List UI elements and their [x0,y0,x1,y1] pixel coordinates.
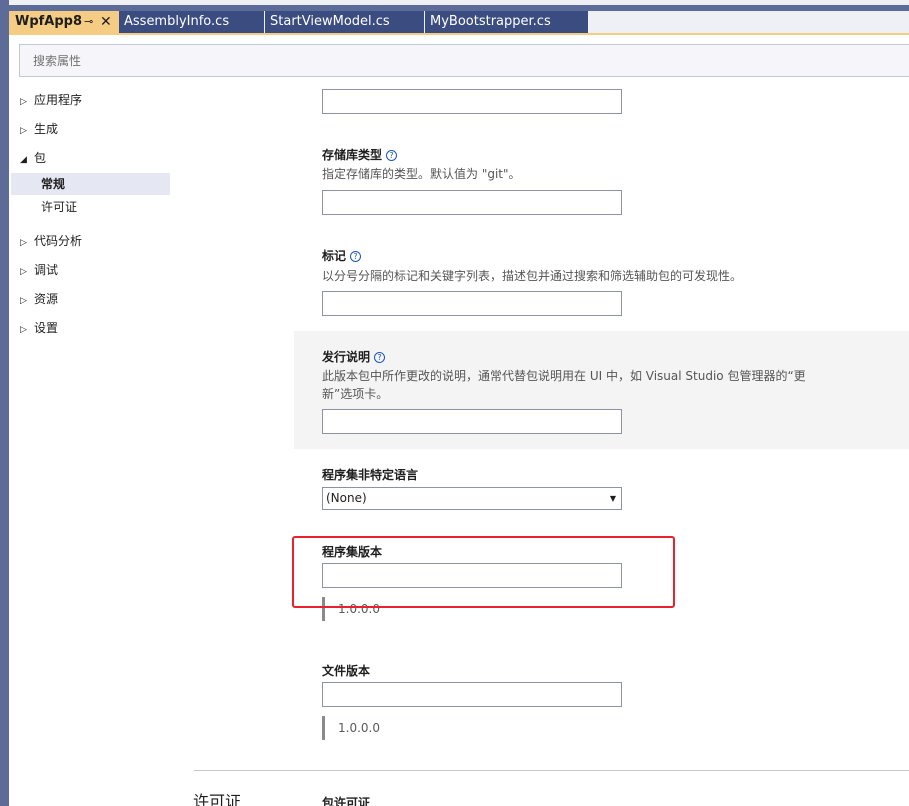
expand-caret-icon[interactable]: ▷ [20,93,34,111]
collapse-caret-icon[interactable]: ◢ [20,151,34,169]
repo-type-description: 指定存储库的类型。默认值为 "git"。 [322,167,521,181]
expand-caret-icon[interactable]: ▷ [20,321,34,339]
expand-caret-icon[interactable]: ▷ [20,234,34,252]
release-notes-input[interactable] [322,409,622,434]
expand-caret-icon[interactable]: ▷ [20,292,34,310]
tab-wpfapp8[interactable]: WpfApp8 ⊸ ✕ [9,11,119,33]
select-value: (None) [326,491,367,505]
field-title-text: 发行说明 [322,350,371,364]
sidebar-item-code-analysis[interactable]: ▷ 代码分析 [20,232,82,250]
tab-startviewmodel[interactable]: StartViewModel.cs [265,11,424,33]
window-frame-top [0,0,909,11]
tab-assemblyinfo[interactable]: AssemblyInfo.cs [119,11,264,33]
release-notes-description-line1: 此版本包中所作更改的说明，通常代替包说明用在 UI 中，如 Visual Stu… [322,369,806,383]
sidebar-item-label: 生成 [34,122,59,136]
sidebar-item-debug[interactable]: ▷ 调试 [20,261,58,279]
sidebar-item-label: 常规 [41,177,66,191]
sidebar-item-resources[interactable]: ▷ 资源 [20,290,58,308]
license-section-title: 许可证 [193,792,242,806]
sidebar-item-label: 许可证 [41,200,78,214]
tags-description: 以分号分隔的标记和关键字列表，描述包并通过搜索和筛选辅助包的可发现性。 [322,269,743,283]
sidebar-item-general[interactable]: 常规 [11,173,170,195]
sidebar-item-build[interactable]: ▷ 生成 [20,120,58,138]
repo-type-title: 存储库类型? [322,146,398,163]
pin-icon[interactable]: ⊸ [84,11,93,33]
tab-label: WpfApp8 [15,14,83,29]
repository-url-input[interactable] [322,89,622,114]
tab-label: StartViewModel.cs [270,14,390,29]
search-box[interactable] [19,44,909,77]
document-tab-bar: WpfApp8 ⊸ ✕ AssemblyInfo.cs StartViewMod… [9,11,909,33]
highlight-box [292,536,675,608]
sidebar-item-label: 应用程序 [34,93,83,107]
help-icon[interactable]: ? [350,251,362,262]
sidebar-item-settings[interactable]: ▷ 设置 [20,319,58,337]
sidebar-item-label: 调试 [34,263,59,277]
tab-label: AssemblyInfo.cs [124,14,230,29]
file-version-title: 文件版本 [322,664,371,678]
release-notes-description-line2: 新”选项卡。 [322,387,389,401]
neutral-language-title: 程序集非特定语言 [322,468,419,482]
help-icon[interactable]: ? [386,150,398,161]
tab-label: MyBootstrapper.cs [430,14,551,29]
sidebar-item-application[interactable]: ▷ 应用程序 [20,91,82,109]
sidebar-item-label: 包 [34,151,47,165]
help-icon[interactable]: ? [374,352,386,363]
neutral-language-select[interactable]: (None) ▼ [322,487,622,510]
repo-type-input[interactable] [322,190,622,215]
close-icon[interactable]: ✕ [100,11,112,33]
sidebar-item-license[interactable]: 许可证 [11,196,170,218]
expand-caret-icon[interactable]: ▷ [20,263,34,281]
window-frame-left [0,0,9,806]
search-input[interactable] [20,45,909,76]
dropdown-arrow-icon[interactable]: ▼ [610,488,616,509]
field-title-text: 标记 [322,249,347,263]
tags-input[interactable] [322,291,622,316]
sidebar-item-label: 资源 [34,292,59,306]
tab-mybootstrapper[interactable]: MyBootstrapper.cs [425,11,588,33]
file-version-default: 1.0.0.0 [322,716,380,740]
file-version-input[interactable] [322,682,622,707]
field-title-text: 存储库类型 [322,148,383,162]
sidebar-item-label: 设置 [34,321,59,335]
package-license-title: 包许可证 [322,796,371,806]
sidebar-item-package[interactable]: ◢ 包 [20,149,46,167]
expand-caret-icon[interactable]: ▷ [20,122,34,140]
release-notes-title: 发行说明? [322,348,386,365]
section-divider [194,770,909,771]
sidebar-item-label: 代码分析 [34,234,83,248]
tags-title: 标记? [322,247,362,264]
